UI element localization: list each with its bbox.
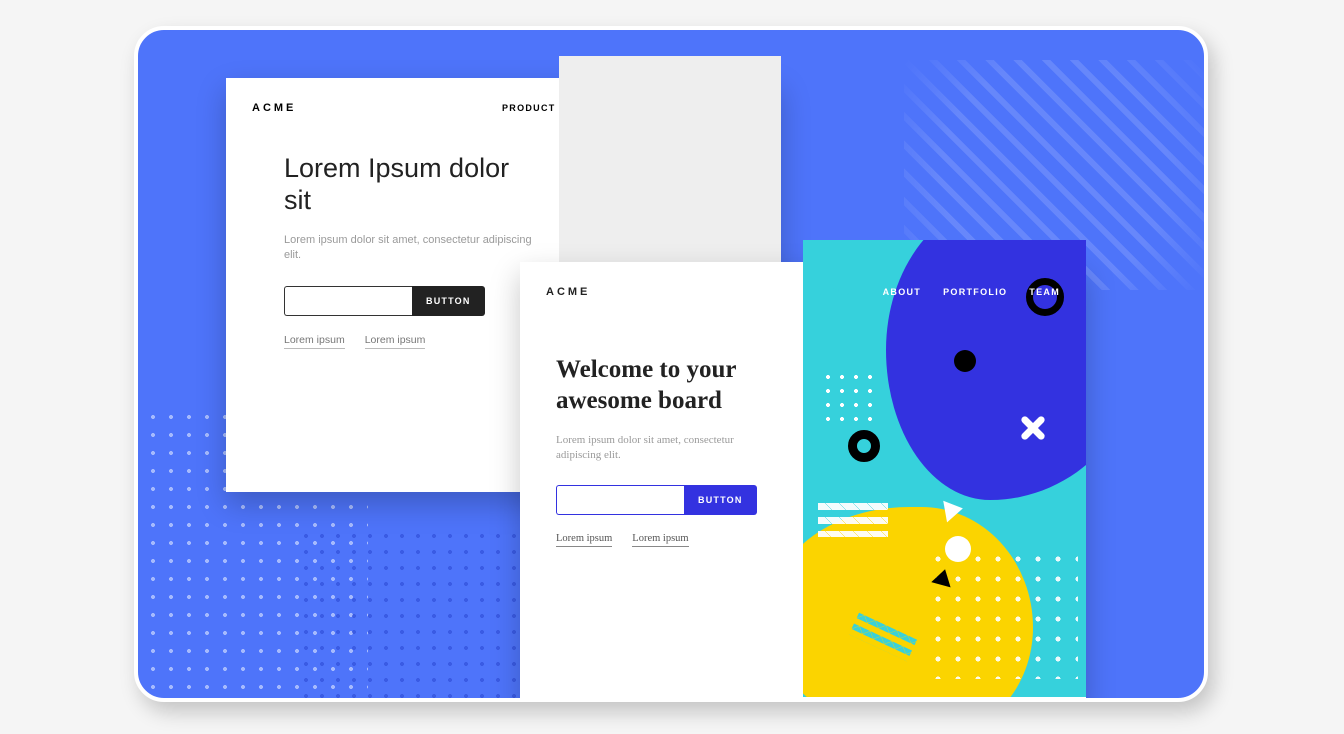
nav-team[interactable]: TEAM	[1029, 287, 1060, 297]
wireframe-input[interactable]	[284, 286, 412, 316]
wireframe-link-1[interactable]: Lorem ipsum	[284, 334, 345, 349]
wireframe-body: Lorem Ipsum dolor sit Lorem ipsum dolor …	[226, 124, 559, 484]
wireframe-headline: Lorem Ipsum dolor sit	[284, 152, 535, 217]
styled-button[interactable]: BUTTON	[684, 485, 757, 515]
styled-headline: Welcome to your awesome board	[556, 354, 779, 417]
styled-logo: ACME	[546, 286, 590, 298]
wireframe-logo: ACME	[252, 102, 296, 114]
styled-hero-art	[803, 240, 1086, 697]
styled-link-1[interactable]: Lorem ipsum	[556, 533, 612, 547]
styled-links: Lorem ipsum Lorem ipsum	[556, 533, 779, 547]
circle-solid-icon	[954, 350, 976, 372]
styled-card: ACME PRODUCT ABOUT PORTFOLIO TEAM Welcom…	[520, 262, 1086, 702]
nav-product[interactable]: PRODUCT	[502, 103, 556, 113]
wireframe-links: Lorem ipsum Lorem ipsum	[284, 334, 535, 349]
wireframe-link-2[interactable]: Lorem ipsum	[365, 334, 426, 349]
styled-input[interactable]	[556, 485, 684, 515]
zigzag-white-icon	[818, 503, 888, 537]
styled-header: ACME PRODUCT ABOUT PORTFOLIO TEAM	[520, 262, 1086, 308]
nav-product[interactable]: PRODUCT	[807, 287, 861, 297]
styled-subtext: Lorem ipsum dolor sit amet, consectetur …	[556, 433, 779, 464]
illustration-stage: ACME PRODUCT ABOUT PORTFOLIO TEAM Lorem …	[134, 26, 1208, 702]
triangle-white-icon	[943, 498, 965, 523]
wireframe-cta: BUTTON	[284, 286, 535, 316]
circle-white-icon	[945, 536, 971, 562]
dots-small-icon	[821, 370, 881, 430]
nav-about[interactable]: ABOUT	[883, 287, 922, 297]
x-icon	[1020, 415, 1046, 441]
nav-portfolio[interactable]: PORTFOLIO	[943, 287, 1007, 297]
wireframe-button[interactable]: BUTTON	[412, 286, 485, 316]
styled-link-2[interactable]: Lorem ipsum	[632, 533, 688, 547]
wireframe-subtext: Lorem ipsum dolor sit amet, consectetur …	[284, 233, 535, 264]
styled-cta: BUTTON	[556, 485, 779, 515]
styled-nav: PRODUCT ABOUT PORTFOLIO TEAM	[807, 287, 1060, 297]
ring-small-icon	[848, 430, 880, 462]
dots-grid-icon	[928, 549, 1078, 679]
styled-body: Welcome to your awesome board Lorem ipsu…	[520, 308, 803, 697]
